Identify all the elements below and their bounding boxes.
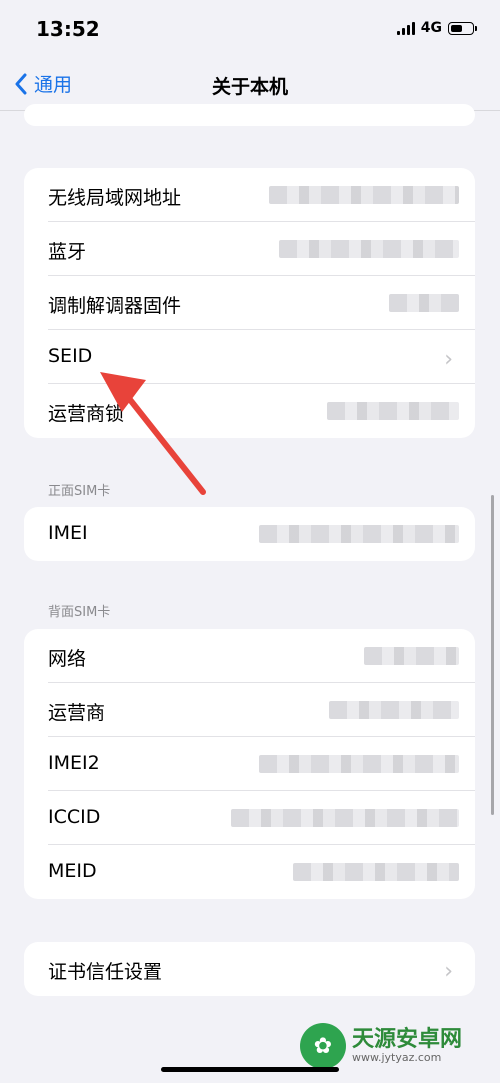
annotation-arrow-icon <box>100 372 206 495</box>
watermark-text: 天源安卓网 <box>352 1026 463 1052</box>
watermark: ✿ 天源安卓网 www.jytyaz.com <box>300 1023 462 1069</box>
watermark-logo-icon: ✿ <box>300 1023 346 1069</box>
watermark-url: www.jytyaz.com <box>352 1050 442 1064</box>
home-indicator[interactable] <box>161 1067 339 1072</box>
